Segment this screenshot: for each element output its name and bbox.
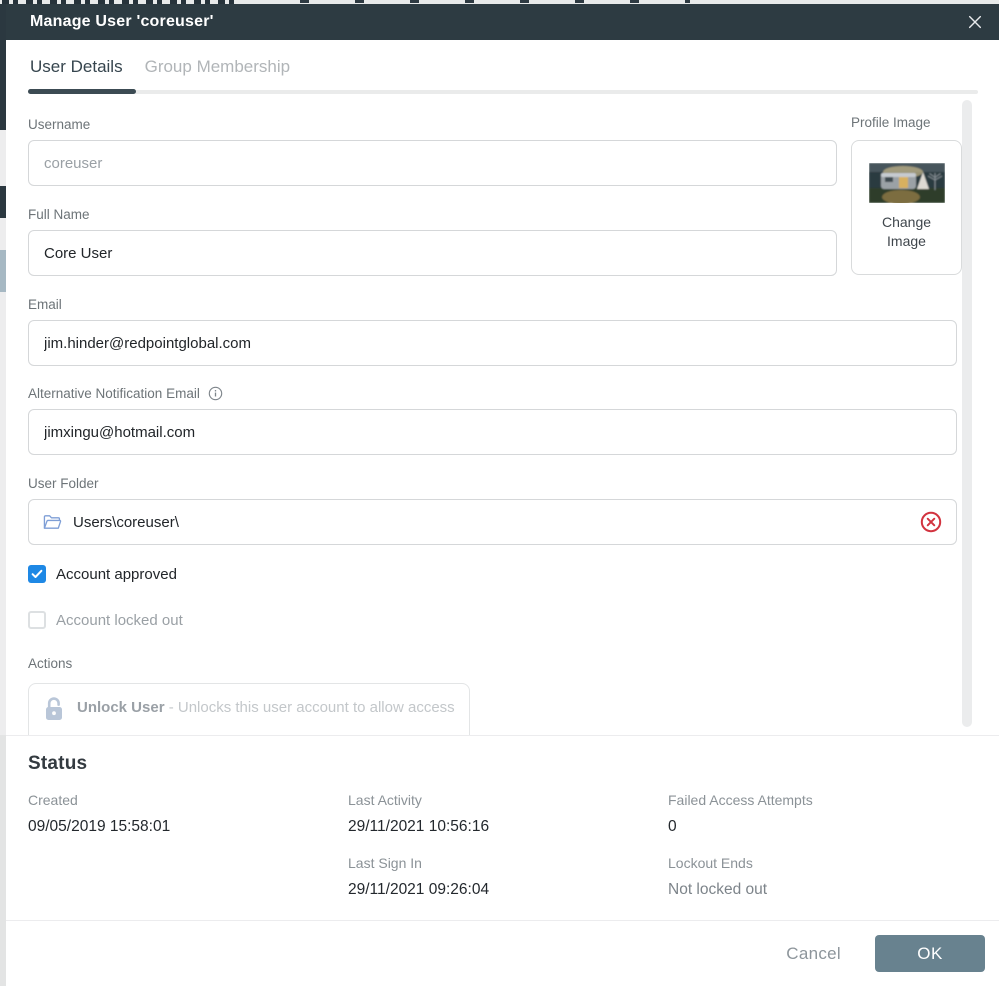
account-approved-label: Account approved bbox=[56, 566, 177, 583]
status-failed-attempts: Failed Access Attempts 0 bbox=[668, 792, 977, 836]
ok-button[interactable]: OK bbox=[875, 935, 985, 972]
screen: Manage User 'coreuser' User Details Grou… bbox=[0, 0, 999, 986]
tab-row: User Details Group Membership bbox=[28, 54, 978, 80]
status-created-value: 09/05/2019 15:58:01 bbox=[28, 818, 348, 836]
status-last-activity-value: 29/11/2021 10:56:16 bbox=[348, 818, 668, 836]
status-last-sign-in: Last Sign In 29/11/2021 09:26:04 bbox=[348, 855, 668, 899]
username-input[interactable] bbox=[28, 140, 837, 186]
dialog-title: Manage User 'coreuser' bbox=[30, 13, 214, 31]
tab-user-details[interactable]: User Details bbox=[30, 54, 123, 80]
cancel-button[interactable]: Cancel bbox=[772, 936, 855, 972]
change-image-label: Change Image bbox=[875, 213, 939, 251]
status-created: Created 09/05/2019 15:58:01 bbox=[28, 792, 348, 836]
profile-image-label: Profile Image bbox=[851, 115, 931, 130]
username-label: Username bbox=[28, 115, 837, 133]
folder-open-icon bbox=[43, 514, 62, 531]
unlock-action-description: - Unlocks this user account to allow acc… bbox=[165, 699, 455, 716]
email-input[interactable] bbox=[28, 320, 957, 366]
status-last-sign-in-value: 29/11/2021 09:26:04 bbox=[348, 881, 668, 899]
dialog-header: Manage User 'coreuser' bbox=[6, 4, 999, 40]
manage-user-dialog: Manage User 'coreuser' User Details Grou… bbox=[6, 4, 999, 986]
status-last-activity-label: Last Activity bbox=[348, 792, 668, 808]
alt-email-label-text: Alternative Notification Email bbox=[28, 386, 200, 401]
status-lockout-ends-value: Not locked out bbox=[668, 881, 977, 899]
status-lockout-ends: Lockout Ends Not locked out bbox=[668, 855, 977, 899]
unlock-user-action: Unlock User - Unlocks this user account … bbox=[28, 683, 470, 735]
account-approved-checkbox[interactable]: Account approved bbox=[28, 565, 328, 583]
email-label: Email bbox=[28, 295, 957, 313]
close-icon[interactable] bbox=[966, 13, 984, 31]
checkbox-checked bbox=[28, 565, 46, 583]
user-folder-label: User Folder bbox=[28, 474, 957, 492]
status-failed-attempts-value: 0 bbox=[668, 818, 977, 836]
full-name-input[interactable] bbox=[28, 230, 837, 276]
status-last-activity: Last Activity 29/11/2021 10:56:16 bbox=[348, 792, 668, 836]
remove-circle-icon[interactable] bbox=[920, 511, 942, 533]
info-icon[interactable] bbox=[208, 386, 223, 401]
change-image-button[interactable]: Change Image bbox=[851, 140, 962, 275]
vertical-scrollbar[interactable] bbox=[962, 100, 972, 727]
user-folder-input[interactable]: Users\coreuser\ bbox=[28, 499, 957, 545]
status-panel: Status Created 09/05/2019 15:58:01 Last … bbox=[6, 735, 999, 920]
user-folder-value: Users\coreuser\ bbox=[73, 514, 909, 531]
profile-photo bbox=[869, 163, 945, 203]
status-created-label: Created bbox=[28, 792, 348, 808]
tab-bar: User Details Group Membership bbox=[6, 40, 999, 94]
alt-email-label: Alternative Notification Email bbox=[28, 384, 957, 402]
full-name-label: Full Name bbox=[28, 205, 837, 223]
email-group: Email bbox=[28, 295, 957, 366]
status-failed-attempts-label: Failed Access Attempts bbox=[668, 792, 977, 808]
actions-label: Actions bbox=[28, 654, 999, 672]
account-locked-checkbox: Account locked out bbox=[28, 611, 328, 629]
status-last-sign-in-label: Last Sign In bbox=[348, 855, 668, 871]
account-locked-label: Account locked out bbox=[56, 612, 183, 629]
full-name-group: Full Name bbox=[28, 205, 837, 276]
status-grid: Created 09/05/2019 15:58:01 Last Activit… bbox=[28, 792, 977, 899]
unlock-icon bbox=[43, 696, 65, 722]
unlock-action-title: Unlock User bbox=[77, 699, 165, 716]
username-group: Username bbox=[28, 115, 837, 186]
unlock-action-text: Unlock User - Unlocks this user account … bbox=[77, 695, 455, 721]
user-details-panel: Username Full Name Email Alternative Not… bbox=[6, 94, 999, 735]
tab-group-membership[interactable]: Group Membership bbox=[145, 54, 291, 80]
user-folder-group: User Folder Users\coreuser\ bbox=[28, 474, 957, 545]
status-lockout-ends-label: Lockout Ends bbox=[668, 855, 977, 871]
alt-email-group: Alternative Notification Email bbox=[28, 384, 957, 455]
status-heading: Status bbox=[28, 753, 977, 775]
dialog-footer: Cancel OK bbox=[6, 920, 999, 986]
alt-email-input[interactable] bbox=[28, 409, 957, 455]
checkbox-unchecked bbox=[28, 611, 46, 629]
